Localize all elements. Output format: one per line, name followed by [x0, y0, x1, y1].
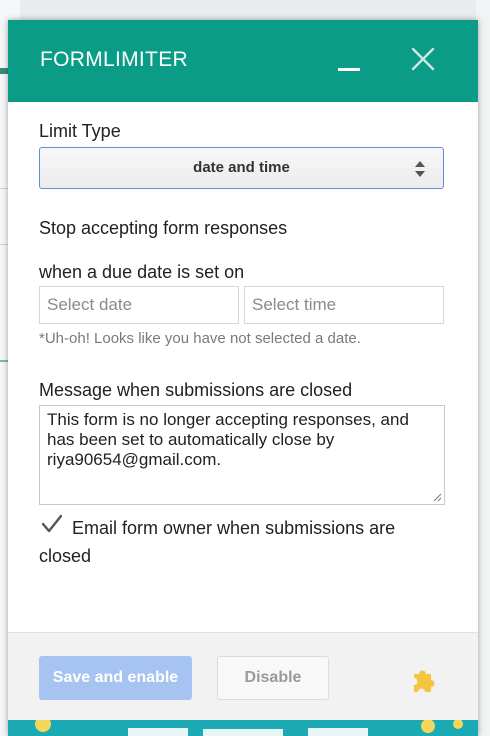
close-icon: [411, 47, 435, 71]
time-input[interactable]: Select time: [244, 286, 444, 324]
limit-type-label: Limit Type: [39, 121, 121, 141]
stop-accepting-label: Stop accepting form responses: [39, 218, 288, 238]
minimize-icon: [338, 68, 360, 71]
closed-message-text: This form is no longer accepting respons…: [47, 410, 409, 469]
email-owner-checkbox[interactable]: [41, 513, 63, 535]
background-app-right: [476, 0, 490, 736]
disable-button[interactable]: Disable: [217, 656, 329, 700]
checkmark-icon: [41, 514, 63, 533]
closed-message-label: Message when submissions are closed: [39, 380, 353, 400]
background-banner: [8, 720, 478, 736]
email-owner-label: Email form owner when submissions are cl…: [39, 518, 396, 566]
date-error-message: *Uh-oh! Looks like you have not selected…: [39, 330, 361, 347]
close-button[interactable]: [408, 44, 438, 74]
dialog-titlebar: FORMLIMITER: [8, 20, 478, 102]
time-placeholder: Select time: [252, 295, 337, 314]
limit-type-value: date and time: [193, 159, 290, 176]
closed-message-textarea[interactable]: This form is no longer accepting respons…: [39, 405, 445, 505]
save-and-enable-button[interactable]: Save and enable: [39, 656, 192, 700]
minimize-button[interactable]: [334, 58, 364, 88]
date-input[interactable]: Select date: [39, 286, 239, 324]
date-placeholder: Select date: [47, 295, 133, 314]
banner-decoration: [35, 720, 463, 736]
limit-type-select[interactable]: date and time: [39, 147, 444, 189]
due-date-label: when a due date is set on: [39, 262, 245, 282]
resize-grip-icon[interactable]: [433, 493, 442, 502]
select-arrows-icon: [415, 161, 425, 177]
puzzle-icon[interactable]: [408, 665, 438, 695]
dialog-title: FORMLIMITER: [40, 48, 188, 71]
formlimiter-dialog: FORMLIMITER Limit Type date and time Sto…: [8, 20, 478, 736]
